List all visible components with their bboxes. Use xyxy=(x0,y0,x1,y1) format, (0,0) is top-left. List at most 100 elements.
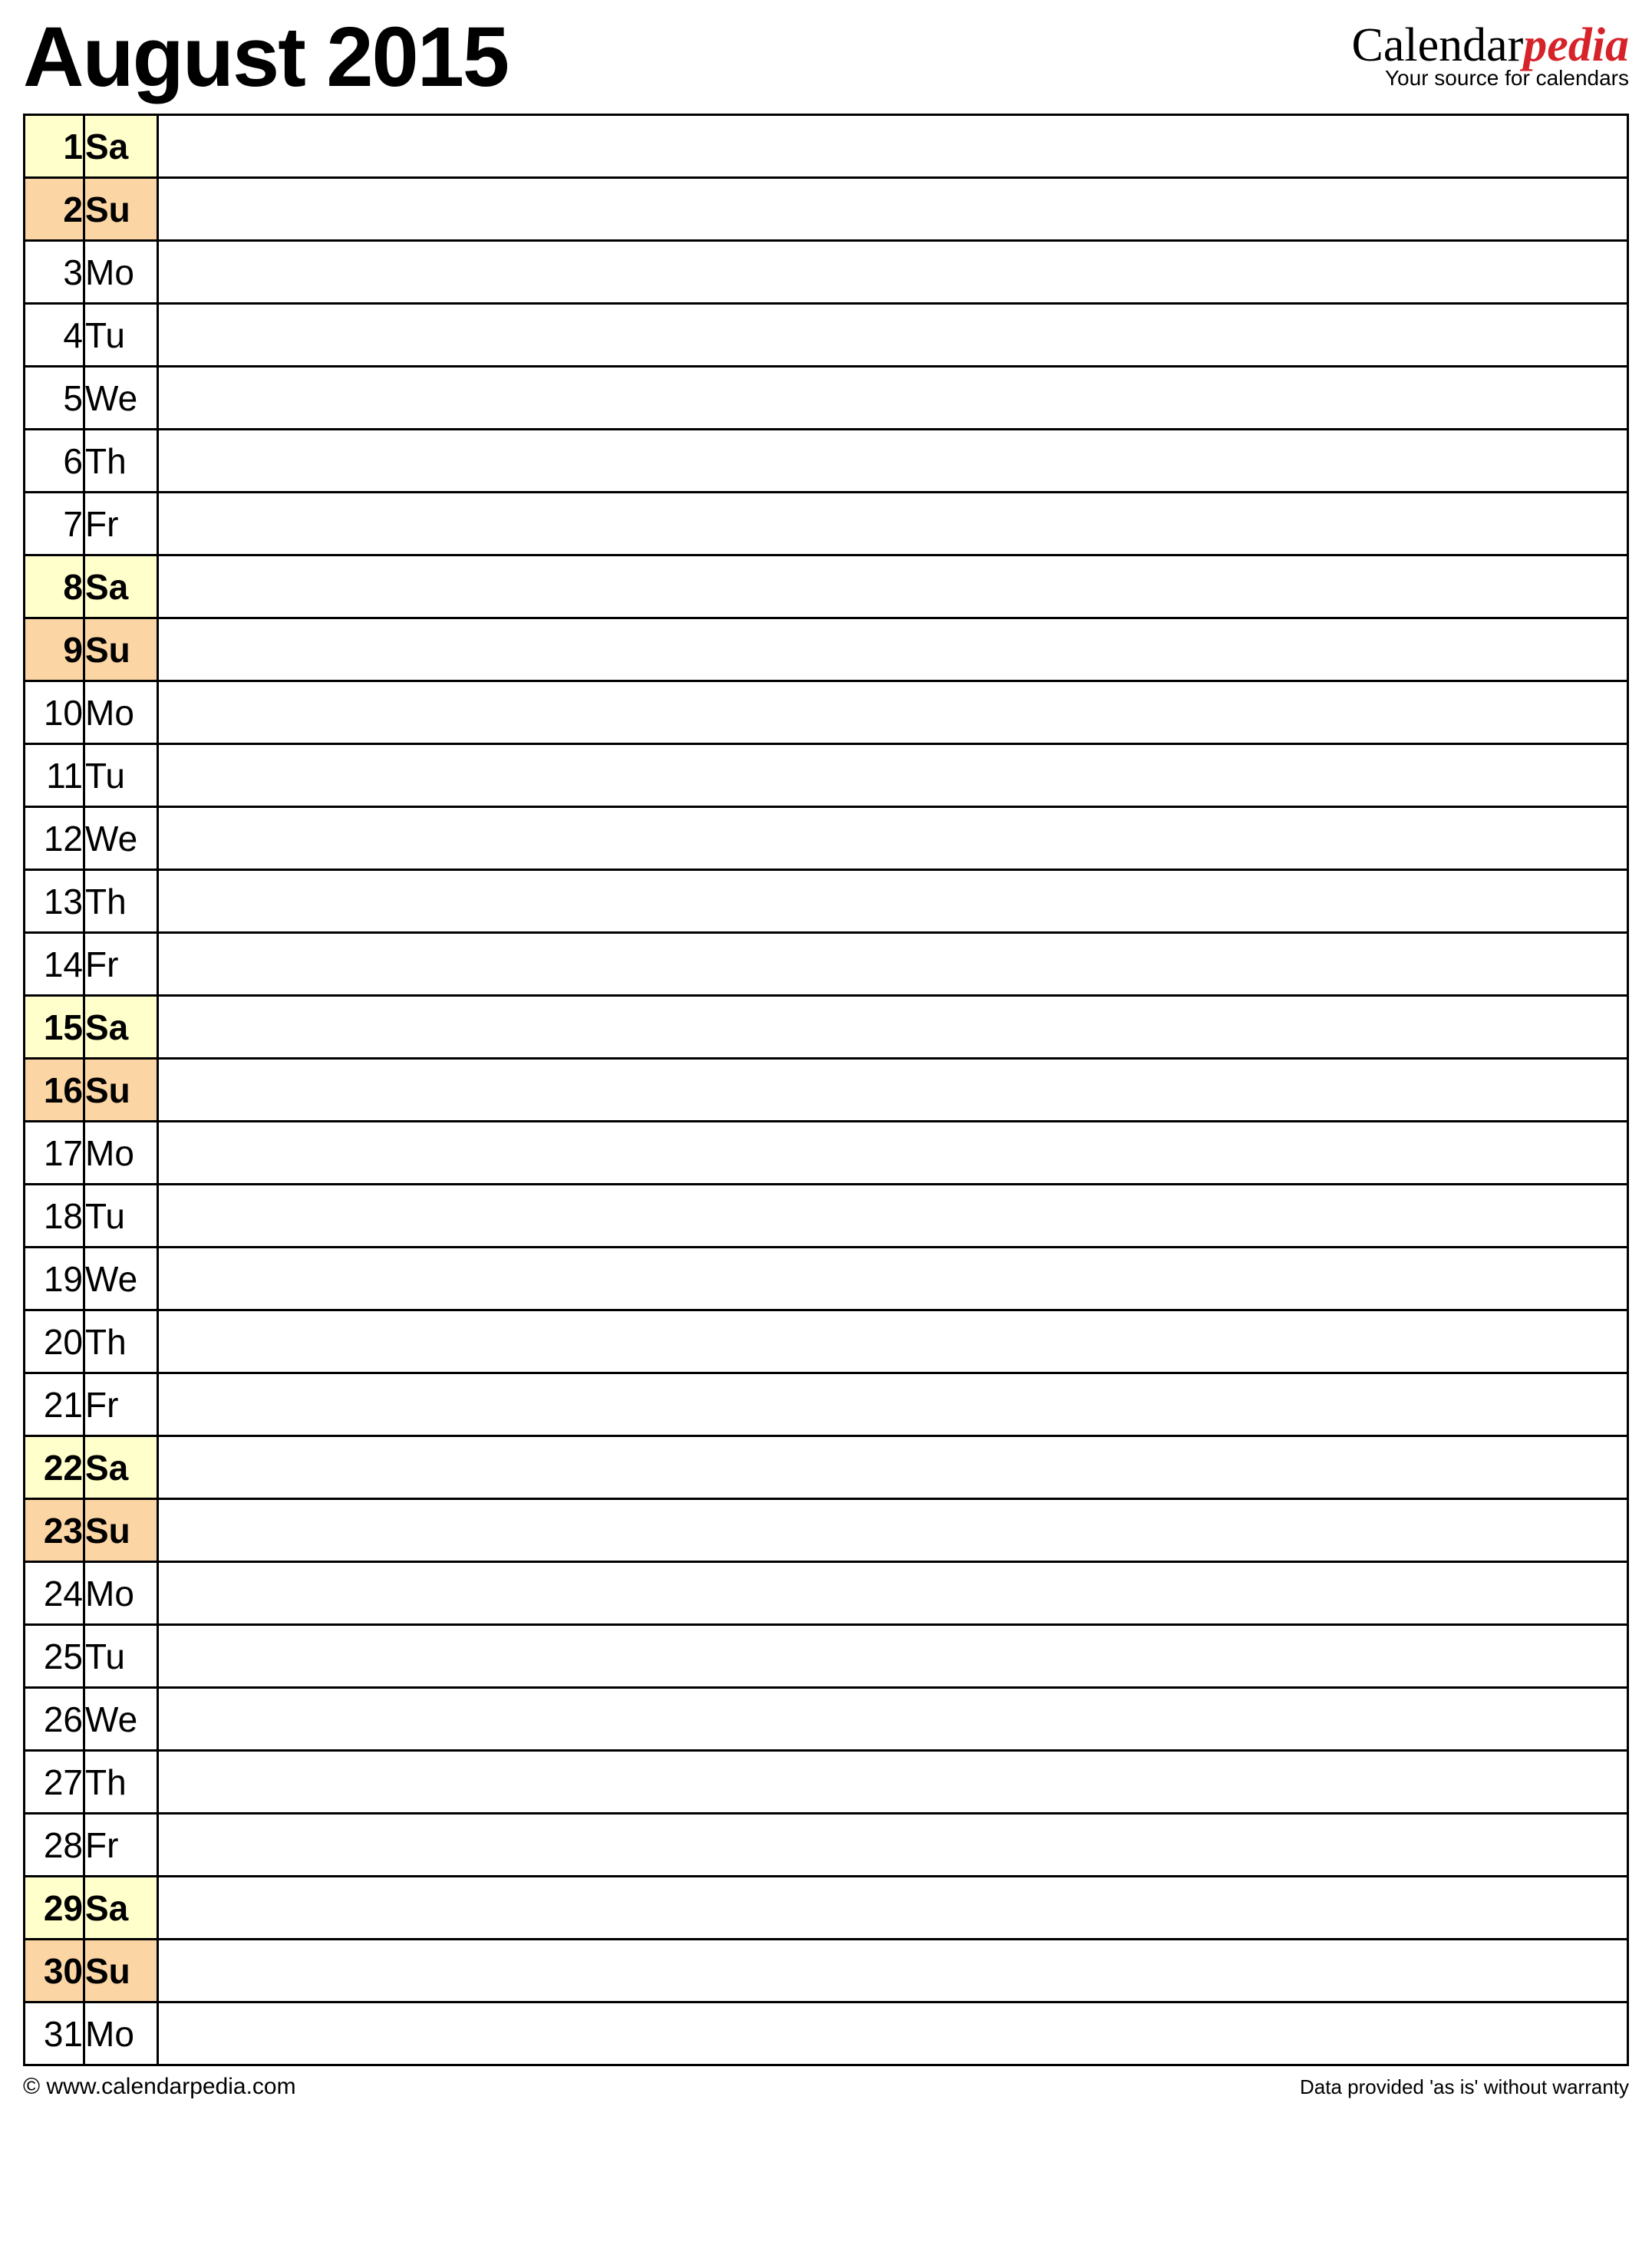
brand-prefix: Calendar xyxy=(1351,19,1523,71)
day-number: 15 xyxy=(25,996,84,1059)
day-abbr: We xyxy=(84,1688,158,1751)
calendar-row: 30Su xyxy=(25,1940,1628,2002)
day-abbr: Sa xyxy=(84,115,158,178)
day-number: 21 xyxy=(25,1373,84,1436)
day-note xyxy=(158,1688,1628,1751)
calendar-row: 5We xyxy=(25,367,1628,430)
day-number: 8 xyxy=(25,555,84,618)
day-number: 26 xyxy=(25,1688,84,1751)
day-number: 5 xyxy=(25,367,84,430)
calendar-row: 11Tu xyxy=(25,744,1628,807)
day-number: 27 xyxy=(25,1751,84,1814)
day-number: 25 xyxy=(25,1625,84,1688)
day-note xyxy=(158,241,1628,304)
calendar-row: 19We xyxy=(25,1248,1628,1310)
day-number: 9 xyxy=(25,618,84,681)
day-note xyxy=(158,555,1628,618)
calendar-row: 23Su xyxy=(25,1499,1628,1562)
calendar-row: 8Sa xyxy=(25,555,1628,618)
day-note xyxy=(158,1940,1628,2002)
day-abbr: Tu xyxy=(84,1185,158,1248)
day-number: 20 xyxy=(25,1310,84,1373)
calendar-row: 4Tu xyxy=(25,304,1628,367)
day-note xyxy=(158,304,1628,367)
calendar-row: 15Sa xyxy=(25,996,1628,1059)
calendar-table: 1Sa2Su3Mo4Tu5We6Th7Fr8Sa9Su10Mo11Tu12We1… xyxy=(23,114,1629,2066)
day-note xyxy=(158,430,1628,493)
day-note xyxy=(158,933,1628,996)
day-note xyxy=(158,1625,1628,1688)
day-abbr: Mo xyxy=(84,1562,158,1625)
day-note xyxy=(158,1562,1628,1625)
calendar-row: 18Tu xyxy=(25,1185,1628,1248)
day-number: 22 xyxy=(25,1436,84,1499)
day-abbr: Th xyxy=(84,430,158,493)
day-number: 12 xyxy=(25,807,84,870)
day-number: 18 xyxy=(25,1185,84,1248)
calendar-row: 26We xyxy=(25,1688,1628,1751)
day-abbr: Fr xyxy=(84,1814,158,1877)
day-abbr: Mo xyxy=(84,241,158,304)
brand-tagline: Your source for calendars xyxy=(1351,66,1629,91)
day-note xyxy=(158,1877,1628,1940)
day-number: 24 xyxy=(25,1562,84,1625)
day-number: 1 xyxy=(25,115,84,178)
calendar-row: 13Th xyxy=(25,870,1628,933)
day-abbr: Fr xyxy=(84,493,158,555)
day-abbr: Su xyxy=(84,178,158,241)
day-abbr: Su xyxy=(84,1499,158,1562)
day-number: 4 xyxy=(25,304,84,367)
calendar-row: 17Mo xyxy=(25,1122,1628,1185)
calendar-row: 29Sa xyxy=(25,1877,1628,1940)
footer-copyright: © www.calendarpedia.com xyxy=(23,2074,296,2100)
day-note xyxy=(158,1814,1628,1877)
day-note xyxy=(158,1436,1628,1499)
day-number: 6 xyxy=(25,430,84,493)
day-number: 10 xyxy=(25,681,84,744)
day-abbr: Fr xyxy=(84,1373,158,1436)
calendar-row: 14Fr xyxy=(25,933,1628,996)
day-number: 31 xyxy=(25,2002,84,2065)
day-abbr: Th xyxy=(84,1310,158,1373)
calendar-row: 16Su xyxy=(25,1059,1628,1122)
page-title: August 2015 xyxy=(23,15,508,100)
footer: © www.calendarpedia.com Data provided 'a… xyxy=(23,2074,1629,2100)
day-note xyxy=(158,996,1628,1059)
day-abbr: Th xyxy=(84,1751,158,1814)
day-number: 2 xyxy=(25,178,84,241)
brand-accent: pedia xyxy=(1523,19,1629,71)
brand-block: Calendarpedia Your source for calendars xyxy=(1351,15,1629,91)
day-note xyxy=(158,178,1628,241)
day-abbr: Su xyxy=(84,618,158,681)
day-number: 3 xyxy=(25,241,84,304)
day-abbr: Mo xyxy=(84,2002,158,2065)
brand-name: Calendarpedia xyxy=(1351,21,1629,69)
day-note xyxy=(158,1499,1628,1562)
day-note xyxy=(158,870,1628,933)
day-number: 29 xyxy=(25,1877,84,1940)
calendar-row: 12We xyxy=(25,807,1628,870)
day-abbr: Sa xyxy=(84,1877,158,1940)
day-note xyxy=(158,1751,1628,1814)
day-note xyxy=(158,1310,1628,1373)
day-abbr: Fr xyxy=(84,933,158,996)
day-note xyxy=(158,115,1628,178)
calendar-row: 6Th xyxy=(25,430,1628,493)
day-note xyxy=(158,1122,1628,1185)
calendar-row: 21Fr xyxy=(25,1373,1628,1436)
day-number: 23 xyxy=(25,1499,84,1562)
calendar-page: August 2015 Calendarpedia Your source fo… xyxy=(0,0,1652,2115)
day-number: 19 xyxy=(25,1248,84,1310)
day-abbr: Mo xyxy=(84,1122,158,1185)
day-abbr: We xyxy=(84,1248,158,1310)
calendar-row: 7Fr xyxy=(25,493,1628,555)
day-number: 13 xyxy=(25,870,84,933)
day-abbr: Sa xyxy=(84,555,158,618)
day-number: 14 xyxy=(25,933,84,996)
day-abbr: Tu xyxy=(84,1625,158,1688)
day-note xyxy=(158,1248,1628,1310)
day-note xyxy=(158,618,1628,681)
calendar-row: 28Fr xyxy=(25,1814,1628,1877)
calendar-row: 25Tu xyxy=(25,1625,1628,1688)
day-abbr: Mo xyxy=(84,681,158,744)
